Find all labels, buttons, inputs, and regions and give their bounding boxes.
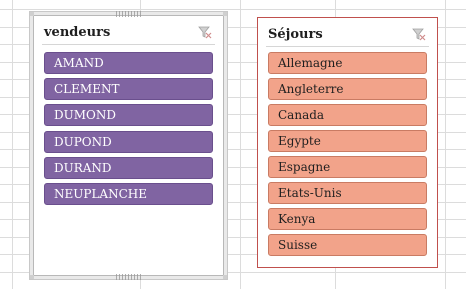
slicer-item[interactable]: Angleterre	[268, 78, 427, 100]
resize-handle-bottom[interactable]	[115, 274, 142, 280]
clear-filter-icon[interactable]	[197, 24, 213, 40]
slicer-title: Séjours	[268, 27, 323, 42]
grid-row-line	[0, 9, 466, 10]
slicer-items: Allemagne Angleterre Canada Egypte Espag…	[268, 52, 427, 260]
slicer-header: vendeurs	[42, 22, 215, 45]
slicer-item[interactable]: Kenya	[268, 208, 427, 230]
resize-corner[interactable]	[223, 12, 227, 16]
resize-handle-top[interactable]	[115, 11, 142, 17]
slicer-item[interactable]: CLEMENT	[44, 78, 213, 101]
slicer-item[interactable]: NEUPLANCHE	[44, 182, 213, 205]
slicer-sejours[interactable]: Séjours Allemagne Angleterre Canada Egyp…	[257, 17, 438, 268]
grid-column-line	[445, 0, 446, 289]
resize-corner[interactable]	[30, 275, 34, 279]
slicer-items: AMAND CLEMENT DUMOND DUPOND DURAND NEUPL…	[44, 52, 213, 209]
slicer-item[interactable]: Canada	[268, 104, 427, 126]
slicer-item[interactable]: DUMOND	[44, 104, 213, 127]
slicer-title: vendeurs	[44, 25, 111, 40]
slicer-vendeurs[interactable]: vendeurs AMAND CLEMENT DUMOND DUPOND DUR…	[30, 11, 227, 280]
slicer-item[interactable]: Allemagne	[268, 52, 427, 74]
slicer-header: Séjours	[266, 24, 429, 47]
grid-column-line	[240, 0, 241, 289]
resize-corner[interactable]	[223, 275, 227, 279]
slicer-item[interactable]: Etats-Unis	[268, 182, 427, 204]
slicer-item[interactable]: Egypte	[268, 130, 427, 152]
slicer-item[interactable]: Suisse	[268, 234, 427, 256]
clear-filter-icon[interactable]	[411, 26, 427, 42]
slicer-item[interactable]: AMAND	[44, 52, 213, 74]
slicer-item[interactable]: Espagne	[268, 156, 427, 178]
resize-corner[interactable]	[30, 12, 34, 16]
slicer-item[interactable]: DURAND	[44, 156, 213, 179]
slicer-item[interactable]: DUPOND	[44, 130, 213, 153]
grid-column-line	[12, 0, 13, 289]
